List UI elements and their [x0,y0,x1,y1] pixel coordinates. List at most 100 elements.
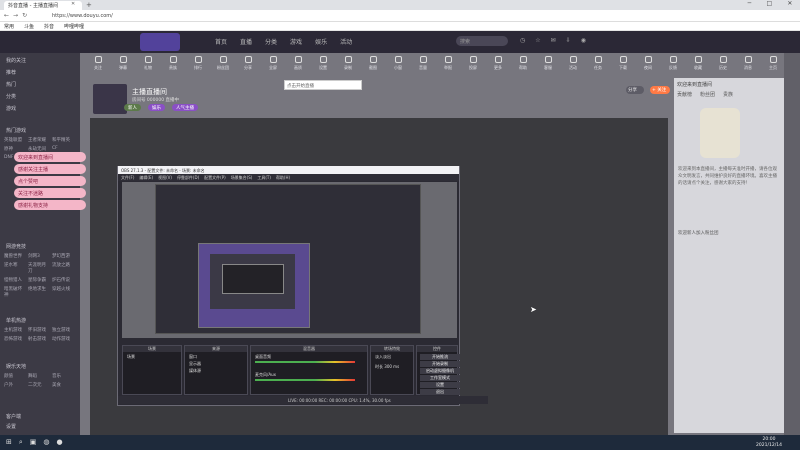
panel-tab[interactable]: 贵族 [723,91,733,98]
toolbar-item[interactable]: 设置 [313,56,333,80]
share-button[interactable]: 分享 [626,86,644,94]
menu-item[interactable]: 视图(V) [158,175,172,180]
panel-tab[interactable]: 粉丝团 [700,91,715,98]
nav-item[interactable]: 活动 [340,37,352,46]
category-link[interactable]: 恐怖游戏 [4,336,26,342]
studio-mode-button[interactable]: 工作室模式 [420,375,460,381]
transition-select[interactable]: 淡入淡出 [375,354,391,360]
page-scrollbar[interactable] [784,53,800,435]
toolbar-item[interactable]: 消息 [738,56,758,80]
menu-item[interactable]: 配置文件(P) [204,175,226,180]
category-link[interactable]: 颜值 [4,373,26,379]
toolbar-item[interactable]: 音量 [413,56,433,80]
nav-item[interactable]: 直播 [240,37,252,46]
url-input[interactable]: https://www.douyu.com/ [52,12,692,20]
follow-button[interactable]: + 关注 [650,86,670,94]
toolbar-item[interactable]: 贵族 [163,56,183,80]
download-icon[interactable]: ⇩ [566,37,571,44]
windows-start-icon[interactable]: ⊞ [6,438,12,447]
close-icon[interactable]: ✕ [71,1,75,7]
toolbar-item[interactable]: 历史 [713,56,733,80]
volume-meter[interactable] [255,361,355,363]
toolbar-item[interactable]: 收藏 [688,56,708,80]
start-recording-button[interactable]: 开始录制 [420,361,460,367]
source-item[interactable]: 窗口 [189,354,197,360]
category-link[interactable]: 梦幻西游 [52,253,74,259]
sidebar-item[interactable]: 客户端 [6,413,21,420]
sidebar-item[interactable]: 热门 [6,81,16,88]
close-window-icon[interactable]: ✕ [787,0,792,10]
category-link[interactable]: 天涯明月刀 [28,262,50,274]
overlay-item[interactable]: 关注不迷路 [14,188,86,198]
sidebar-item[interactable]: 我的关注 [6,57,26,64]
bookmark-item[interactable]: 抖音 [44,23,54,30]
minimize-icon[interactable]: ─ [748,0,752,10]
star-icon[interactable]: ☆ [535,37,540,44]
toolbar-item[interactable]: 截图 [363,56,383,80]
category-link[interactable]: 绝地求生 [28,286,50,298]
virtual-camera-button[interactable]: 启动虚拟摄像机 [420,368,460,374]
task-view-icon[interactable]: ▣ [30,438,37,447]
search-icon[interactable]: ⌕ [19,438,23,447]
browser-icon[interactable]: ◍ [43,438,49,447]
category-link[interactable]: 美食 [52,382,74,388]
tag-pill[interactable]: 娱乐 [148,104,165,111]
toolbar-item[interactable]: 弹幕 [113,56,133,80]
new-tab-icon[interactable]: + [86,1,92,9]
user-icon[interactable]: ◉ [581,37,586,44]
toolbar-item[interactable]: 礼物 [138,56,158,80]
settings-button[interactable]: 设置 [420,382,460,388]
site-logo[interactable] [140,33,180,51]
toolbar-item[interactable]: 小窗 [388,56,408,80]
toolbar-item[interactable]: 更多 [488,56,508,80]
tag-pill[interactable]: 新人 [124,104,141,111]
toolbar-item[interactable]: 主页 [763,56,783,80]
toolbar-item[interactable]: 举报 [438,56,458,80]
toolbar-item[interactable]: 投屏 [463,56,483,80]
category-link[interactable]: 动作游戏 [52,336,74,342]
category-link[interactable]: 户外 [4,382,26,388]
sidebar-item[interactable]: 游戏 [6,105,16,112]
category-link[interactable]: 怀旧游戏 [28,327,50,333]
toolbar-item[interactable]: 下载 [613,56,633,80]
sidebar-item[interactable]: 设置 [6,423,16,430]
avatar[interactable] [93,84,127,114]
overlay-item[interactable]: 点个赞吧 [14,176,86,186]
toolbar-item[interactable]: 关注 [88,56,108,80]
category-link[interactable]: 怪物猎人 [4,277,26,283]
nav-item[interactable]: 首页 [215,37,227,46]
nav-item[interactable]: 娱乐 [315,37,327,46]
nav-item[interactable]: 游戏 [290,37,302,46]
message-icon[interactable]: ✉ [551,37,556,44]
nav-item[interactable]: 分类 [265,37,277,46]
category-link[interactable]: 逆水寒 [4,262,26,274]
toolbar-item[interactable]: 录制 [338,56,358,80]
menu-item[interactable]: 帮助(H) [276,175,290,180]
category-link[interactable]: 魔兽世界 [4,253,26,259]
category-link[interactable]: 二次元 [28,382,50,388]
category-link[interactable]: 暗黑破坏神 [4,286,26,298]
category-link[interactable]: 和平精英 [52,137,74,143]
menu-item[interactable]: 工具(T) [257,175,271,180]
category-link[interactable]: 剑网3 [28,253,50,259]
tag-pill[interactable]: 人气主播 [172,104,198,111]
category-link[interactable]: 舞蹈 [28,373,50,379]
menu-item[interactable]: 停靠部件(D) [177,175,199,180]
category-link[interactable]: 星际争霸 [28,277,50,283]
sidebar-item[interactable]: 推荐 [6,69,16,76]
toolbar-item[interactable]: 客服 [538,56,558,80]
menu-item[interactable]: 编辑(E) [139,175,153,180]
bookmark-item[interactable]: 常用 [4,23,14,30]
duration-field[interactable]: 时长 300 ms [375,364,399,370]
volume-meter[interactable] [255,379,355,381]
history-icon[interactable]: ◷ [520,37,525,44]
overlay-item[interactable]: 欢迎来到直播间 [14,152,86,162]
toolbar-item[interactable]: 夜间 [638,56,658,80]
overlay-item[interactable]: 感谢礼物支持 [14,200,86,210]
menu-item[interactable]: 文件(F) [121,175,134,180]
category-link[interactable]: 英雄联盟 [4,137,26,143]
exit-button[interactable]: 退出 [420,389,460,395]
reload-icon[interactable]: ↻ [22,12,31,19]
toolbar-item[interactable]: 反馈 [663,56,683,80]
toolbar-item[interactable]: 全屏 [263,56,283,80]
